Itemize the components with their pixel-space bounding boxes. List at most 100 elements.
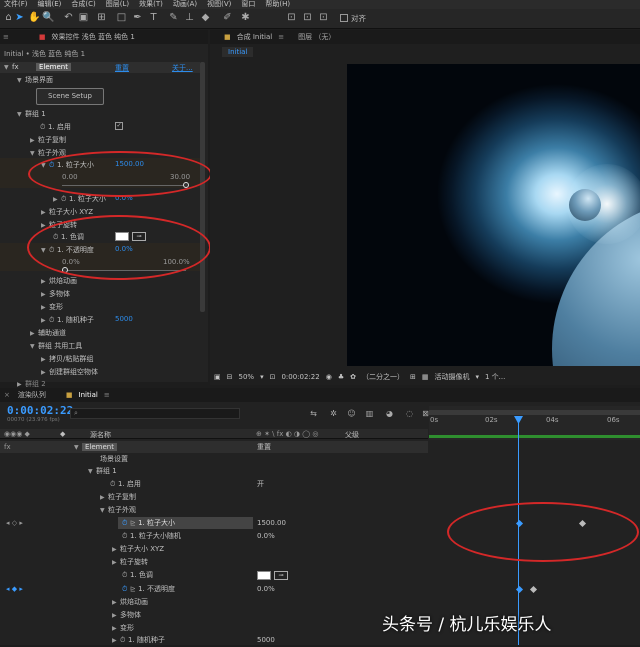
menu-view[interactable]: 视图(V) [207, 0, 231, 9]
motion-blur-icon[interactable]: ◕ [384, 408, 395, 420]
effects-scrollbar[interactable] [200, 62, 205, 312]
expand-icon[interactable]: ▶ [41, 209, 49, 216]
color-swatch[interactable] [257, 571, 271, 580]
zoom-select[interactable]: 50% [239, 373, 255, 381]
reset-link[interactable]: 重置 [115, 63, 129, 73]
menu-layer[interactable]: 图层(L) [106, 0, 129, 9]
snapshot-icon[interactable]: ◉ [326, 373, 332, 381]
enable-checkbox[interactable]: ✓ [115, 122, 123, 130]
shy-icon[interactable]: ☺ [346, 408, 357, 420]
seed-row-value[interactable]: 5000 [257, 634, 275, 646]
views-select[interactable]: 1 个... [485, 372, 505, 382]
fit-icon[interactable]: ⊡ [270, 373, 276, 381]
scene-setup-button[interactable]: Scene Setup [36, 88, 104, 105]
region-icon[interactable]: ⊞ [410, 373, 416, 381]
stopwatch-icon[interactable]: ⏱ [49, 316, 57, 325]
puppet-pin-tool-icon[interactable]: ✱ [240, 12, 251, 24]
expand-icon[interactable]: ▶ [30, 330, 38, 337]
collapse-icon[interactable]: ▼ [88, 466, 96, 478]
viewer-timecode[interactable]: 0:00:02:22 [281, 373, 319, 381]
draft-3d-icon[interactable]: ✲ [328, 408, 339, 420]
composition-tab[interactable]: 合成 Initial [237, 32, 273, 42]
stopwatch-icon[interactable]: ⏱ [61, 195, 69, 204]
expand-icon[interactable]: ▶ [30, 137, 38, 144]
home-icon[interactable]: ⌂ [3, 12, 14, 24]
eyedropper-icon[interactable]: ⊸ [274, 571, 288, 580]
collapse-icon[interactable]: ▼ [17, 111, 25, 118]
dropdown-icon[interactable]: ▾ [475, 373, 479, 381]
layer-tab[interactable]: 图层 （无） [298, 32, 335, 42]
expand-icon[interactable]: ▶ [100, 492, 108, 504]
stopwatch-icon[interactable]: ⏱ [110, 478, 118, 490]
menu-effect[interactable]: 效果(T) [139, 0, 163, 9]
expand-icon[interactable]: ▶ [41, 278, 49, 285]
enable-row-value[interactable]: 开 [257, 478, 264, 490]
grid-icon[interactable]: ⊟ [227, 373, 233, 381]
parent-header[interactable]: 父级 [345, 430, 359, 440]
expand-icon[interactable]: ▶ [41, 291, 49, 298]
collapse-icon[interactable]: ▼ [30, 343, 38, 350]
expand-icon[interactable]: ▶ [112, 597, 120, 609]
size-row-value[interactable]: 1500.00 [257, 517, 286, 529]
expand-icon[interactable]: ▶ [53, 196, 61, 203]
work-area-bar[interactable] [429, 410, 640, 415]
roto-brush-tool-icon[interactable]: ✐ [222, 12, 233, 24]
random-seed-value[interactable]: 5000 [115, 315, 133, 323]
expand-icon[interactable]: ▶ [112, 557, 120, 569]
stopwatch-icon[interactable]: ⏱ [122, 530, 130, 542]
keyframe-nav-icon[interactable]: ◂ ◇ ▸ [6, 517, 23, 529]
size-row-label[interactable]: 1. 粒子大小 [138, 519, 175, 527]
expand-effect-icon[interactable]: ▼ [4, 64, 12, 71]
type-tool-icon[interactable]: T [148, 12, 159, 24]
transparency-grid-icon[interactable]: ▦ [422, 373, 429, 381]
source-name-header[interactable]: 源名称 [90, 430, 111, 440]
zoom-tool-icon[interactable]: 🔍 [42, 12, 54, 24]
time-ruler[interactable]: 0s 02s 04s 06s [429, 406, 640, 440]
stopwatch-icon[interactable]: ⏱ [122, 569, 130, 581]
effect-name[interactable]: Element [36, 63, 71, 71]
keyframe-nav-icon[interactable]: ◂ ◆ ▸ [6, 583, 23, 595]
panel-menu-icon[interactable]: ≡ [278, 33, 284, 41]
stopwatch-active-icon[interactable]: ⏱ [122, 583, 130, 595]
collapse-icon[interactable]: ▼ [100, 505, 108, 517]
comp-subtab[interactable]: Initial [222, 47, 254, 57]
element-row-label[interactable]: Element [82, 443, 117, 451]
menu-window[interactable]: 窗口 [241, 0, 255, 9]
effect-controls-tab[interactable]: 效果控件 浅色 蓝色 纯色 1 [52, 32, 135, 42]
initial-tab[interactable]: Initial [79, 391, 98, 399]
axis-mode-icon[interactable]: ⊡ [286, 12, 297, 24]
expand-icon[interactable]: ▶ [112, 610, 120, 622]
menu-edit[interactable]: 编辑(E) [38, 0, 62, 9]
menu-animation[interactable]: 动画(A) [173, 0, 197, 9]
axis-world-icon[interactable]: ⊡ [302, 12, 313, 24]
panel-menu-icon[interactable]: ≡ [104, 391, 110, 399]
pen-tool-icon[interactable]: ✒ [132, 12, 143, 24]
stopwatch-icon[interactable]: ⏱ [120, 634, 128, 646]
collapse-icon[interactable]: ▼ [30, 150, 38, 157]
expand-icon[interactable]: ▶ [41, 369, 49, 376]
dropdown-icon[interactable]: ▾ [260, 373, 264, 381]
panel-menu-icon[interactable]: ≡ [3, 33, 9, 41]
collapse-icon[interactable]: ▼ [74, 442, 82, 454]
camera-select[interactable]: 活动摄像机 [434, 372, 469, 382]
comp-viewer[interactable] [347, 64, 640, 366]
menu-file[interactable]: 文件(F) [4, 0, 28, 9]
menu-help[interactable]: 帮助(H) [265, 0, 290, 9]
expand-icon[interactable]: ▶ [41, 304, 49, 311]
close-icon[interactable]: × [4, 391, 10, 399]
search-input[interactable]: ⌕ [70, 408, 240, 419]
frame-blend-icon[interactable]: ▥ [364, 408, 375, 420]
expand-icon[interactable]: ▶ [112, 635, 120, 647]
graph-editor-icon[interactable]: ◌ [404, 408, 415, 420]
size-random-row-value[interactable]: 0.0% [257, 530, 275, 542]
stopwatch-icon[interactable]: ⏱ [40, 123, 48, 132]
expression-icon[interactable]: ⊵ [130, 585, 138, 593]
snap-checkbox[interactable] [340, 14, 348, 22]
pan-behind-tool-icon[interactable]: ⊞ [96, 12, 107, 24]
opacity-row-value[interactable]: 0.0% [257, 583, 275, 595]
axis-view-icon[interactable]: ⊡ [318, 12, 329, 24]
camera-tool-icon[interactable]: ▣ [78, 12, 89, 24]
lock-icon[interactable]: ■ [39, 33, 46, 41]
expand-icon[interactable]: ▶ [41, 356, 49, 363]
eraser-tool-icon[interactable]: ◆ [200, 12, 211, 24]
